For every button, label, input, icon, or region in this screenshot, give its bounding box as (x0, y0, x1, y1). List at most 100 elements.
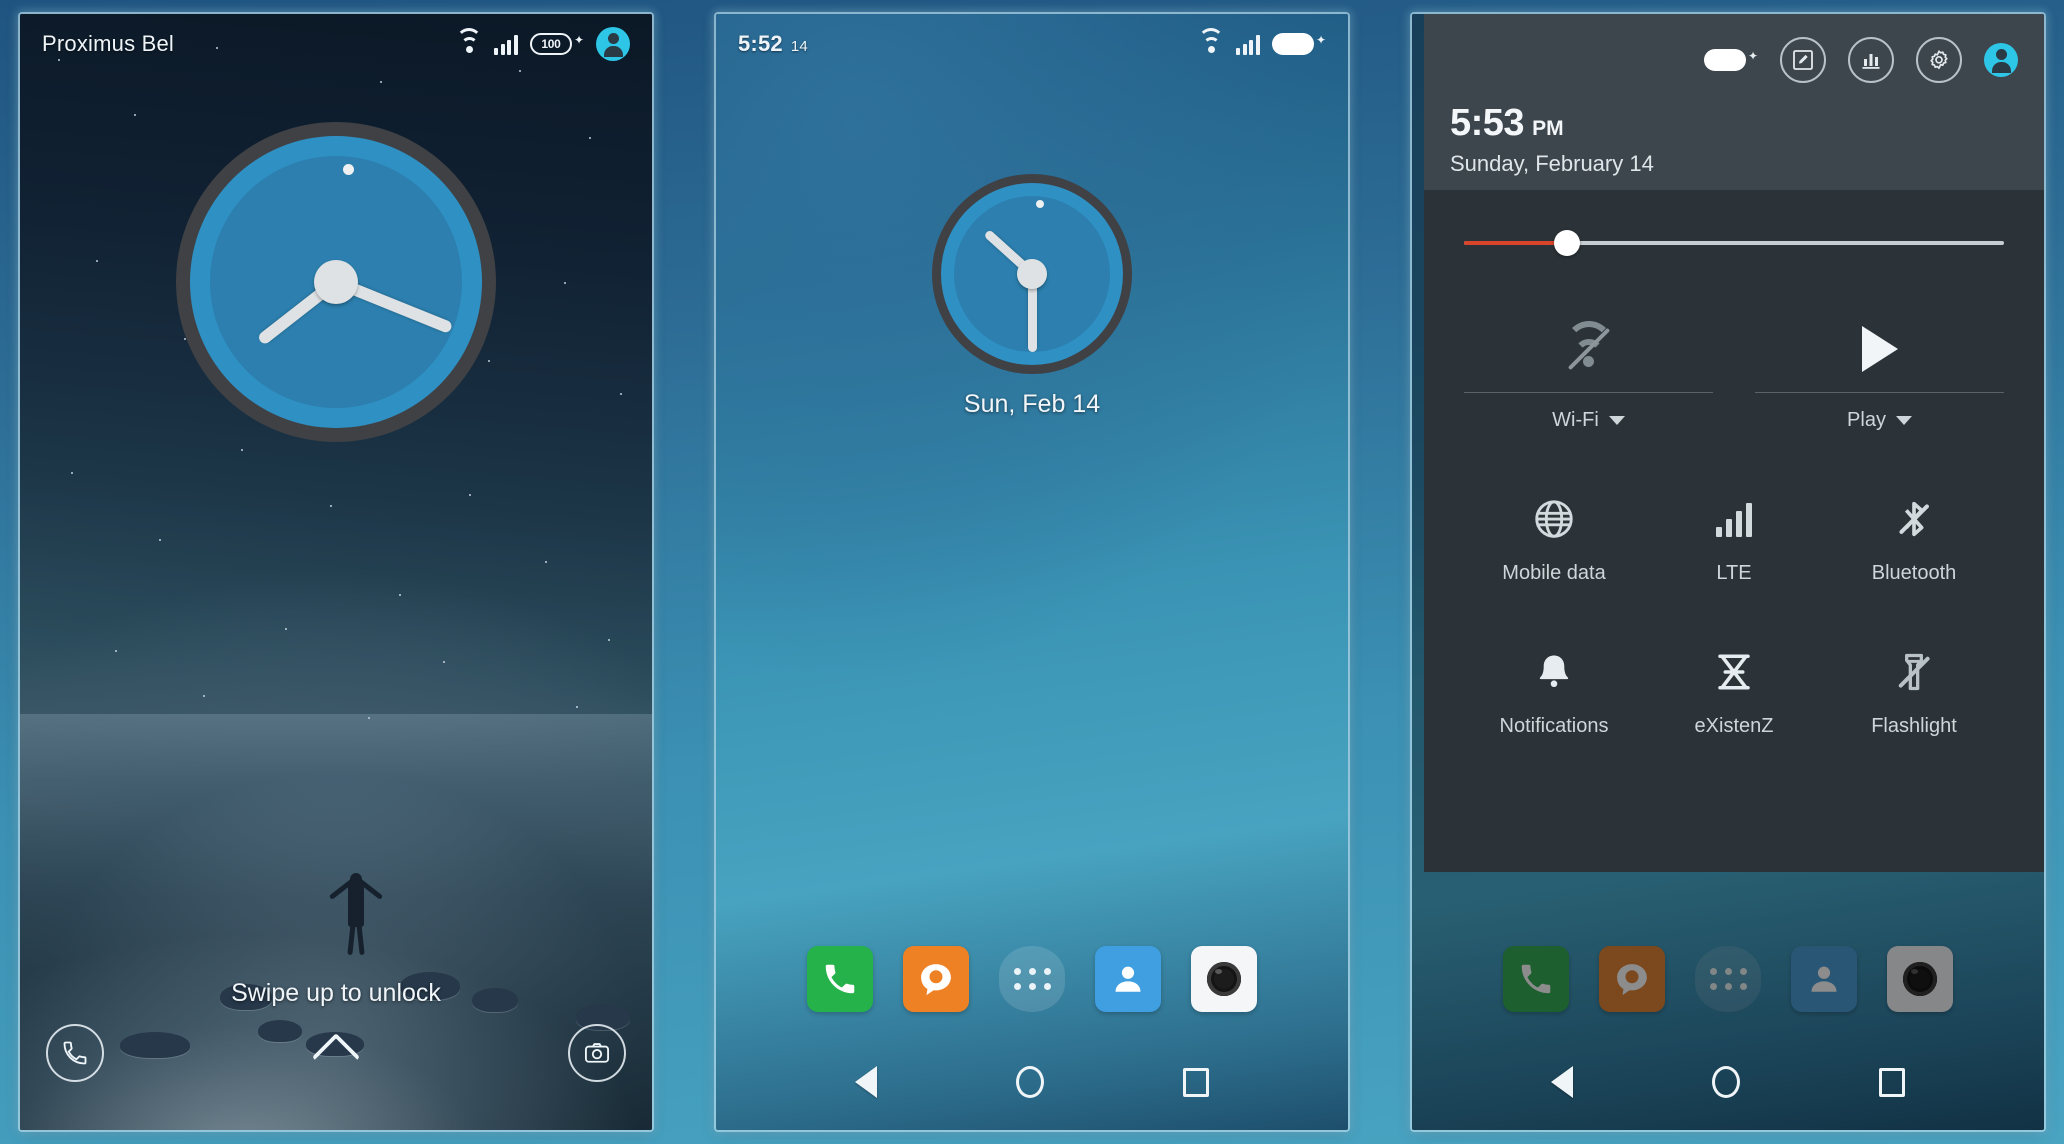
wifi-off-icon (1563, 321, 1615, 371)
camera-lens-icon (1207, 962, 1241, 996)
tile-existenz[interactable]: eXistenZ (1644, 641, 1824, 738)
slider-fill (1464, 241, 1567, 245)
wifi-icon (1198, 28, 1225, 54)
wifi-icon (456, 28, 483, 54)
home-circle-icon[interactable] (1015, 1066, 1044, 1098)
back-triangle-icon[interactable] (1551, 1066, 1574, 1098)
tile-lte[interactable]: LTE (1644, 488, 1824, 585)
tile-label: Bluetooth (1871, 562, 1957, 584)
settings-button[interactable] (1916, 37, 1962, 83)
cellular-signal-icon (1236, 33, 1260, 55)
twelve-oclock-marker (343, 163, 355, 175)
cellular-signal-icon (494, 33, 518, 55)
camera-lens-icon (1903, 962, 1937, 996)
recents-square-icon[interactable] (1182, 1067, 1209, 1097)
user-avatar-icon[interactable] (1984, 43, 2018, 77)
dock-app-camera[interactable] (1887, 946, 1953, 1012)
phone-shortcut-button[interactable] (46, 1024, 104, 1082)
battery-full-icon (1271, 33, 1314, 55)
lock-analog-clock-widget[interactable] (176, 122, 496, 442)
dock-app-phone[interactable] (807, 946, 873, 1012)
quick-settings-clock: 5:53 PM (1450, 102, 2018, 145)
home-nav-bar (716, 1034, 1348, 1130)
battery-charging-bolt-icon: ✦ (573, 33, 584, 47)
qs-time-ampm: PM (1532, 117, 1564, 140)
battery-charging-bolt-icon: ✦ (1315, 33, 1326, 47)
person-icon (1811, 966, 1837, 992)
play-icon (1861, 326, 1898, 372)
tile-notifications[interactable]: Notifications (1464, 641, 1644, 738)
battery-charging-bolt-icon: ✦ (1747, 49, 1758, 63)
dock-app-contacts[interactable] (1791, 946, 1857, 1012)
back-triangle-icon[interactable] (855, 1066, 878, 1098)
message-bubble-icon (1617, 964, 1647, 996)
tile-play[interactable]: Play (1755, 312, 2004, 432)
battery-icon: 100 (529, 33, 572, 55)
dock-app-contacts[interactable] (1095, 946, 1161, 1012)
clock-date-label: Sun, Feb 14 (963, 390, 1101, 418)
tile-label: eXistenZ (1694, 715, 1774, 737)
slider-thumb[interactable] (1553, 230, 1580, 256)
dock-app-drawer[interactable] (999, 946, 1065, 1012)
quick-settings-panel[interactable]: ✦ 5:53 PM Sunday, February 14 Wi-Fi Play… (1412, 14, 2044, 1130)
tile-bluetooth[interactable]: Bluetooth (1824, 488, 2004, 585)
unlock-hint-label: Swipe up to unlock (231, 979, 441, 1007)
home-status-bar: 5:52 14 ✦ (716, 14, 1348, 74)
chevron-down-icon[interactable] (1608, 416, 1625, 425)
camera-shortcut-button[interactable] (568, 1024, 626, 1082)
camera-icon (584, 1043, 610, 1063)
app-drawer-icon (1709, 968, 1747, 990)
quick-settings-dual-tiles: Wi-Fi Play (1464, 312, 2004, 432)
quick-settings-tile-grid: Mobile data LTE Bluetooth Notifications … (1464, 488, 2004, 738)
flashlight-off-icon (1892, 649, 1936, 695)
edit-button[interactable] (1780, 37, 1826, 83)
lock-status-bar: Proximus Bel 100 ✦ (20, 14, 652, 74)
lock-screen-panel[interactable]: Proximus Bel 100 ✦ Swipe up to unlock (20, 14, 652, 1130)
home-dock (716, 946, 1348, 1012)
globe-icon (1535, 500, 1573, 538)
user-avatar-icon[interactable] (596, 27, 630, 61)
qs-time-value: 5:53 (1450, 102, 1525, 144)
dock-app-drawer[interactable] (1695, 946, 1761, 1012)
tile-mobile-data[interactable]: Mobile data (1464, 488, 1644, 585)
qs-date-label: Sunday, February 14 (1450, 151, 1654, 176)
carrier-label: Proximus Bel (42, 31, 174, 56)
qs-nav-bar (1412, 1034, 2044, 1130)
dock-app-phone[interactable] (1503, 946, 1569, 1012)
tile-flashlight[interactable]: Flashlight (1824, 641, 2004, 738)
clock-center-hub (1017, 259, 1047, 289)
tile-label: Mobile data (1502, 562, 1606, 584)
chevron-up-icon[interactable] (311, 1032, 361, 1082)
dock-app-camera[interactable] (1191, 946, 1257, 1012)
silhouette-figure (320, 863, 392, 956)
tile-label: Notifications (1499, 715, 1609, 737)
dock-app-messages[interactable] (1599, 946, 1665, 1012)
quick-settings-header: ✦ 5:53 PM Sunday, February 14 (1424, 14, 2044, 190)
clock-face (932, 174, 1132, 374)
edit-pencil-icon (1793, 50, 1813, 70)
battery-full-icon (1703, 49, 1746, 71)
signal-bars-icon (1716, 501, 1752, 537)
dock-app-messages[interactable] (903, 946, 969, 1012)
status-date-day: 14 (790, 38, 808, 55)
phone-icon (63, 1041, 87, 1065)
chevron-down-icon[interactable] (1895, 416, 1912, 425)
home-circle-icon[interactable] (1711, 1066, 1740, 1098)
bar-chart-icon (1862, 54, 1880, 69)
message-bubble-icon (921, 964, 951, 996)
home-screen-panel[interactable]: 5:52 14 ✦ Sun, Feb 14 (716, 14, 1348, 1130)
gear-icon (1930, 50, 1948, 70)
tile-play-label: Play (1847, 409, 1886, 431)
tile-wifi[interactable]: Wi-Fi (1464, 312, 1713, 432)
home-analog-clock-widget[interactable]: Sun, Feb 14 (932, 174, 1132, 419)
tile-label: LTE (1716, 562, 1752, 584)
qs-background-dock (1412, 946, 2044, 1012)
app-drawer-icon (1013, 968, 1051, 990)
hourglass-icon (1718, 654, 1750, 690)
phone-icon (825, 964, 855, 994)
recents-square-icon[interactable] (1878, 1067, 1905, 1097)
brightness-slider[interactable] (1464, 230, 2004, 256)
twelve-oclock-marker (1036, 200, 1044, 208)
usage-stats-button[interactable] (1848, 37, 1894, 83)
bluetooth-off-icon (1891, 496, 1937, 542)
